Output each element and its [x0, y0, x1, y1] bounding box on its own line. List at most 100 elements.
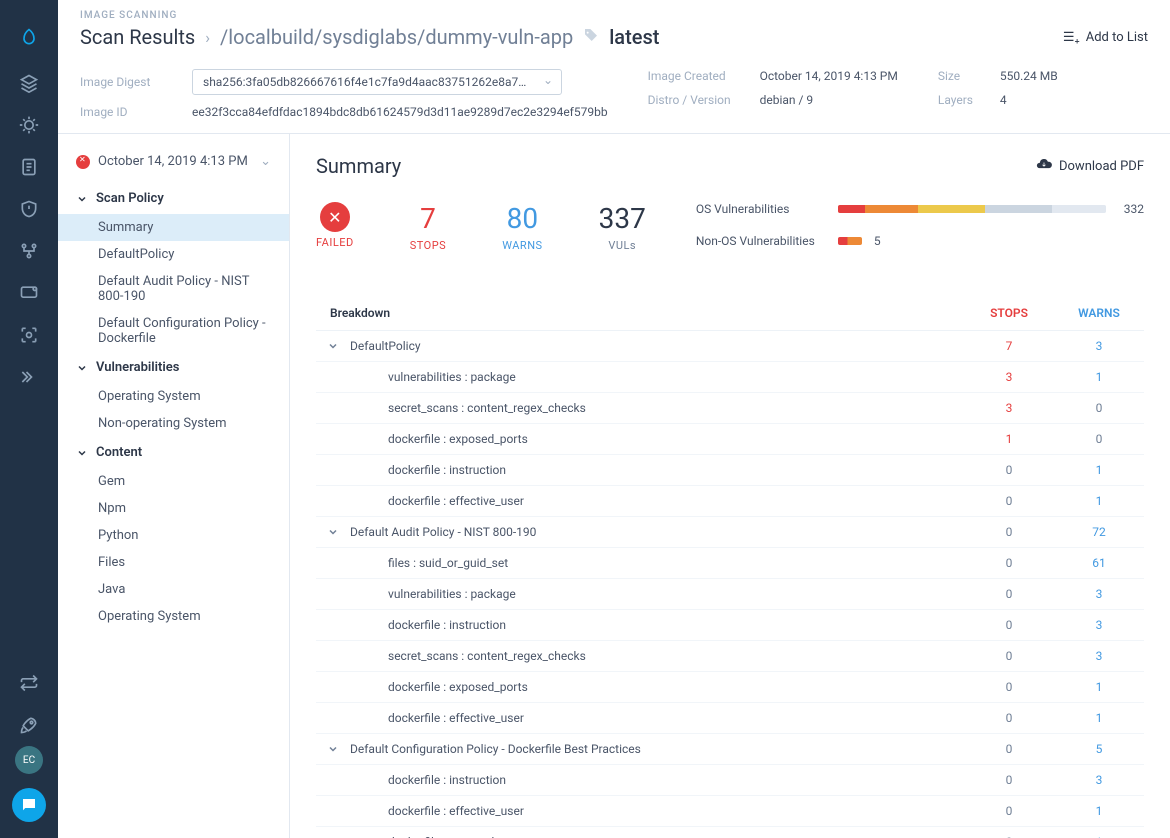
row-stops: 7 [964, 339, 1054, 353]
sidebar-group[interactable]: Vulnerabilities [58, 352, 289, 383]
logo-icon[interactable] [0, 12, 58, 62]
row-stops: 0 [964, 773, 1054, 787]
cloud-download-icon [1035, 155, 1053, 177]
image-id-value: ee32f3cca84efdfdac1894bdc8db61624579d3d1… [192, 105, 608, 119]
sidebar-item[interactable]: Operating System [58, 603, 289, 630]
created-value: October 14, 2019 4:13 PM [760, 69, 898, 83]
digest-select[interactable]: sha256:3fa05db826667616f4e1c7fa9d4aac837… [192, 69, 562, 95]
row-stops: 0 [964, 556, 1054, 570]
nonos-vuln-row: Non-OS Vulnerabilities 5 [696, 234, 1144, 248]
row-warns: 1 [1054, 370, 1144, 384]
size-value: 550.24 MB [1000, 69, 1058, 83]
sidebar-item[interactable]: Files [58, 549, 289, 576]
breakdown-sub-row: dockerfile : instruction03 [316, 765, 1144, 796]
row-name: vulnerabilities : package [350, 587, 964, 601]
row-name: DefaultPolicy [350, 339, 964, 353]
sidebar-item[interactable]: Python [58, 522, 289, 549]
row-name: vulnerabilities : package [350, 370, 964, 384]
row-warns: 3 [1054, 773, 1144, 787]
breakdown-sub-row: dockerfile : effective_user01 [316, 796, 1144, 827]
tag-icon [583, 27, 599, 47]
row-stops: 0 [964, 680, 1054, 694]
row-warns: 1 [1054, 463, 1144, 477]
sidebar-group[interactable]: Content [58, 437, 289, 468]
sidebar-item[interactable]: DefaultPolicy [58, 241, 289, 268]
os-vuln-row: OS Vulnerabilities 332 [696, 202, 1144, 216]
size-label: Size [938, 69, 978, 83]
chevron-down-icon[interactable] [316, 340, 350, 352]
sidebar-item[interactable]: Non-operating System [58, 410, 289, 437]
sidebar-item[interactable]: Operating System [58, 383, 289, 410]
content: Summary Download PDF ✕ FAILED 7 [290, 134, 1170, 838]
download-pdf-button[interactable]: Download PDF [1035, 155, 1144, 177]
chevron-down-icon[interactable] [316, 526, 350, 538]
shield-icon[interactable] [0, 188, 58, 230]
image-id-label: Image ID [80, 105, 170, 119]
row-name: Default Audit Policy - NIST 800-190 [350, 525, 964, 539]
row-warns: 0 [1054, 401, 1144, 415]
sidebar-item[interactable]: Java [58, 576, 289, 603]
breakdown-sub-row: secret_scans : content_regex_checks30 [316, 393, 1144, 424]
list-add-icon: ☰₊ [1063, 30, 1080, 45]
row-warns: 3 [1054, 339, 1144, 353]
row-warns: 61 [1054, 556, 1144, 570]
nonos-vuln-bar [838, 237, 862, 245]
capture-icon[interactable] [0, 314, 58, 356]
row-name: dockerfile : instruction [350, 618, 964, 632]
row-name: dockerfile : instruction [350, 773, 964, 787]
row-stops: 0 [964, 525, 1054, 539]
stat-stops: 7 STOPS [410, 202, 446, 252]
row-warns: 3 [1054, 649, 1144, 663]
chevron-down-icon [76, 362, 88, 374]
breadcrumb-root[interactable]: Scan Results [80, 25, 195, 49]
layers-icon[interactable] [0, 62, 58, 104]
monitor-icon[interactable] [0, 272, 58, 314]
row-stops: 3 [964, 401, 1054, 415]
sidebar-item[interactable]: Default Audit Policy - NIST 800-190 [58, 268, 289, 310]
rocket-icon[interactable] [0, 704, 58, 746]
stat-warns: 80 WARNS [502, 202, 542, 252]
row-stops: 0 [964, 711, 1054, 725]
row-stops: 0 [964, 587, 1054, 601]
chevron-down-icon: ⌄ [260, 154, 271, 169]
row-stops: 0 [964, 742, 1054, 756]
sidebar-item[interactable]: Gem [58, 468, 289, 495]
breakdown-group-row[interactable]: Default Configuration Policy - Dockerfil… [316, 734, 1144, 765]
sidebar-item[interactable]: Default Configuration Policy - Dockerfil… [58, 310, 289, 352]
chat-icon[interactable] [12, 788, 46, 822]
row-warns: 1 [1054, 711, 1144, 725]
chevron-down-icon [76, 447, 88, 459]
row-stops: 0 [964, 804, 1054, 818]
add-to-list-button[interactable]: ☰₊ Add to List [1063, 30, 1148, 45]
fail-x-icon: ✕ [320, 202, 350, 232]
row-warns: 1 [1054, 494, 1144, 508]
bug-icon[interactable] [0, 104, 58, 146]
os-vuln-bar [838, 205, 1106, 213]
sidebar-item[interactable]: Summary [58, 214, 289, 241]
digest-label: Image Digest [80, 75, 170, 89]
breakdown-sub-row: dockerfile : exposed_ports01 [316, 672, 1144, 703]
nodes-icon[interactable] [0, 230, 58, 272]
page-title: Summary [316, 154, 401, 178]
breakdown-group-row[interactable]: Default Audit Policy - NIST 800-190072 [316, 517, 1144, 548]
doc-icon[interactable] [0, 146, 58, 188]
repeat-icon[interactable] [0, 662, 58, 704]
scan-date-selector[interactable]: October 14, 2019 4:13 PM ⌄ [58, 148, 289, 183]
breakdown-sub-row: vulnerabilities : package03 [316, 579, 1144, 610]
row-stops: 0 [964, 618, 1054, 632]
row-stops: 3 [964, 370, 1054, 384]
sidebar-item[interactable]: Npm [58, 495, 289, 522]
expand-icon[interactable] [0, 356, 58, 398]
chevron-down-icon[interactable] [316, 743, 350, 755]
row-warns: 1 [1054, 804, 1144, 818]
breadcrumb-path[interactable]: /localbuild/sysdiglabs/dummy-vuln-app [220, 25, 573, 49]
breakdown-sub-row: vulnerabilities : package31 [316, 362, 1144, 393]
breakdown-group-row[interactable]: DefaultPolicy73 [316, 331, 1144, 362]
sidebar-group[interactable]: Scan Policy [58, 183, 289, 214]
avatar[interactable]: EC [15, 746, 43, 774]
section-label: IMAGE SCANNING [80, 10, 1148, 21]
row-name: dockerfile : effective_user [350, 711, 964, 725]
row-name: dockerfile : exposed_ports [350, 680, 964, 694]
row-name: dockerfile : effective_user [350, 804, 964, 818]
row-warns: 0 [1054, 432, 1144, 446]
